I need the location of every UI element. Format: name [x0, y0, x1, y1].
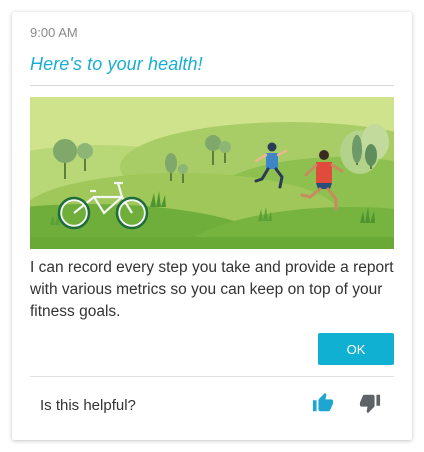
card-headline: Here's to your health!: [30, 54, 203, 74]
feedback-question: Is this helpful?: [40, 397, 136, 414]
divider: [30, 85, 394, 86]
thumbs-up-icon: [312, 392, 334, 419]
ok-button[interactable]: OK: [318, 333, 394, 365]
notification-card: 9:00 AM Here's to your health! I can rec…: [12, 12, 412, 440]
fitness-illustration: [30, 97, 394, 249]
timestamp: 9:00 AM: [30, 25, 78, 40]
thumbs-down-button[interactable]: [357, 392, 383, 418]
divider: [30, 376, 394, 377]
thumbs-down-icon: [359, 392, 381, 419]
thumbs-up-button[interactable]: [310, 392, 336, 418]
card-body-text: I can record every step you take and pro…: [30, 259, 394, 320]
